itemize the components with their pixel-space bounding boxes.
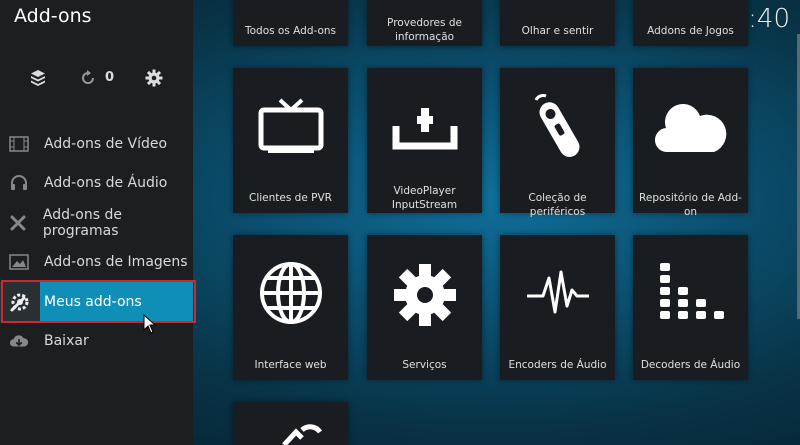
headphones-icon [9, 173, 29, 193]
tile-label: Repositório de Add-on [639, 192, 742, 218]
page-title: Add-ons [14, 5, 92, 27]
sidebar-item-audio-addons[interactable]: Add-ons de Áudio [0, 164, 193, 204]
partial-icon [233, 424, 348, 445]
sidebar-item-label: Baixar [44, 333, 89, 350]
gear-icon[interactable] [144, 68, 164, 88]
tools-icon [9, 213, 28, 233]
globe-icon [233, 260, 348, 326]
tile-label: VideoPlayer InputStream [391, 185, 458, 211]
addon-browser-icon[interactable] [28, 68, 48, 88]
remote-control-icon [500, 92, 615, 162]
tile-label: Provedores de informação [387, 17, 462, 43]
sidebar-toolbar: 0 [0, 68, 193, 90]
tile-web-interface[interactable]: Interface web [233, 235, 348, 380]
gear-icon [367, 260, 482, 330]
tile-addon-repository[interactable]: Repositório de Add-on [633, 68, 748, 218]
sidebar-item-label: Add-ons de Imagens [44, 254, 188, 271]
refresh-icon[interactable] [78, 68, 98, 88]
sidebar-nav: Add-ons de Vídeo Add-ons de Áudio Add-on… [0, 124, 193, 361]
add-to-tray-icon [367, 104, 482, 150]
tile-look-and-feel[interactable]: Olhar e sentir [500, 0, 615, 46]
update-count: 0 [105, 70, 115, 85]
tile-pvr-clients[interactable]: Clientes de PVR [233, 68, 348, 213]
image-icon [9, 252, 29, 272]
tile-audio-encoders[interactable]: Encoders de Áudio [500, 235, 615, 380]
tile-label: Todos os Add-ons [244, 25, 337, 37]
tile-game-addons[interactable]: Addons de Jogos [633, 0, 748, 46]
sidebar-item-label: Add-ons de programas [42, 206, 122, 239]
sidebar-item-download[interactable]: Baixar [0, 322, 193, 362]
sidebar-item-video-addons[interactable]: Add-ons de Vídeo [0, 124, 193, 164]
sidebar-item-program-addons[interactable]: Add-ons de programas [0, 203, 193, 243]
film-icon [9, 134, 29, 154]
tile-services[interactable]: Serviços [367, 235, 482, 380]
tile-label: Decoders de Áudio [640, 359, 741, 371]
tile-label: Encoders de Áudio [508, 359, 607, 371]
tile-label: Serviços [402, 359, 447, 371]
tile-videoplayer-inputstream[interactable]: VideoPlayer InputStream [367, 68, 482, 213]
waveform-icon [500, 268, 615, 318]
cloud-download-icon [9, 331, 29, 351]
tile-all-addons[interactable]: Todos os Add-ons [233, 0, 348, 46]
cloud-icon [633, 104, 748, 154]
equalizer-icon [633, 259, 748, 329]
tile-label: Addons de Jogos [647, 25, 734, 37]
sidebar-item-image-addons[interactable]: Add-ons de Imagens [0, 243, 193, 283]
tile-label: Olhar e sentir [521, 25, 594, 37]
sidebar-item-label: Add-ons de Áudio [44, 175, 168, 192]
selection-highlight-box [1, 280, 196, 323]
mouse-cursor-icon [143, 314, 157, 334]
tile-label: Interface web [254, 359, 327, 371]
sidebar-item-label: Add-ons de Vídeo [44, 135, 168, 152]
tile-label: Coleção de periféricos [528, 192, 587, 218]
tile-info-providers[interactable]: Provedores de informação [367, 0, 482, 46]
tile-peripherals[interactable]: Coleção de periféricos [500, 68, 615, 218]
tile-label: Clientes de PVR [249, 192, 332, 204]
tv-icon [233, 96, 348, 154]
tile-audio-decoders[interactable]: Decoders de Áudio [633, 235, 748, 380]
tile-partial-next[interactable] [233, 402, 348, 445]
